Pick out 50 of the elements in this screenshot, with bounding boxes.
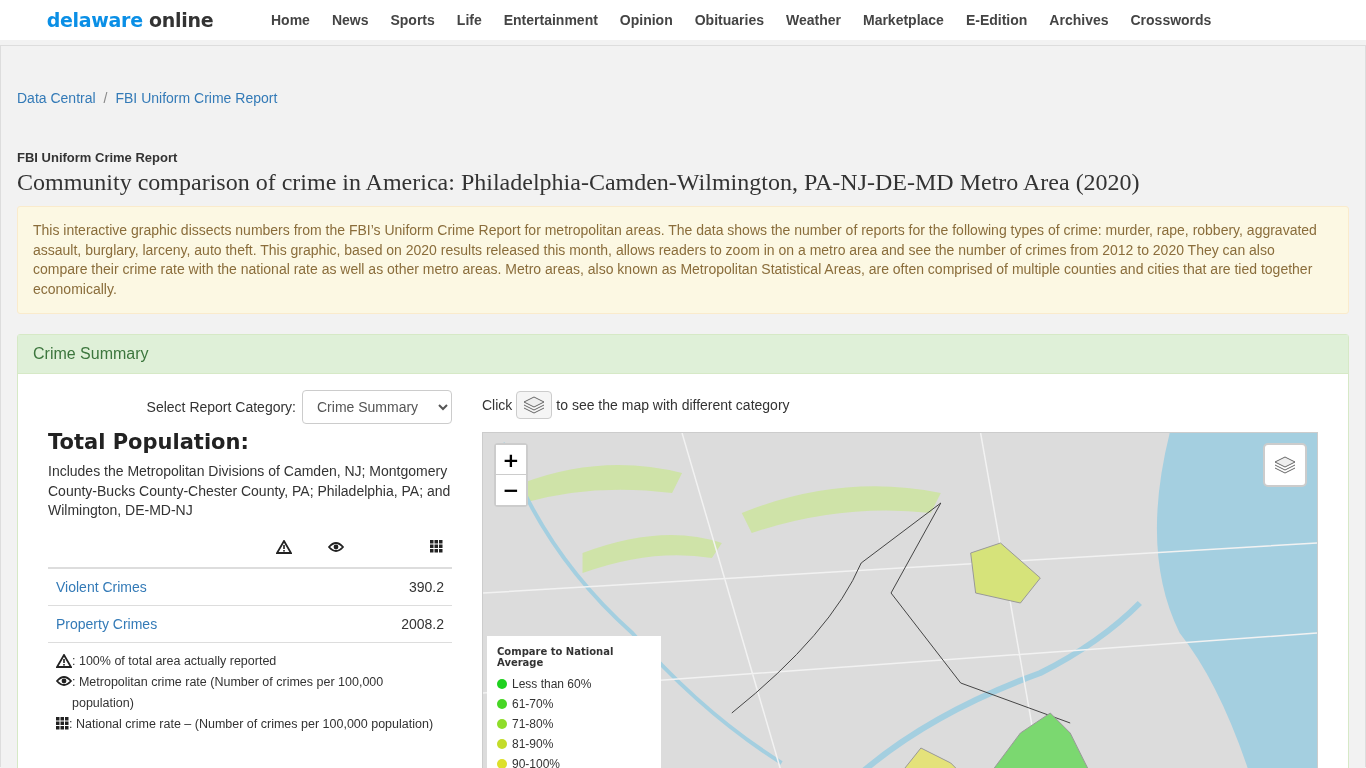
hint-text: Click	[482, 397, 513, 414]
site-logo[interactable]: delaware online	[0, 9, 260, 31]
nav-link[interactable]: Weather	[775, 12, 852, 28]
footnote-text: : National crime rate – (Number of crimes per 100,000 population)	[69, 715, 434, 733]
legend-title: Compare to National Average	[497, 646, 615, 669]
legend-label: 61-70%	[512, 697, 554, 712]
nav-link[interactable]: Obituaries	[683, 12, 775, 28]
grid-icon	[430, 540, 443, 554]
eye-icon	[56, 674, 72, 687]
layers-button[interactable]	[516, 391, 553, 420]
footnote-text: : 100% of total area actually reported	[72, 652, 277, 670]
nav-link[interactable]: Home	[260, 12, 321, 28]
population-heading: Total Population:	[48, 430, 250, 455]
rate-value: 390.2	[408, 578, 444, 595]
warning-icon	[276, 539, 292, 554]
panel-heading: Crime Summary	[18, 335, 1348, 375]
eye-icon	[328, 540, 344, 553]
intro-text: This interactive graphic dissects numbers from the FBI’s Uniform Crime Report for metropolitan areas. The data shows the number of reports for the following types of crime: murder, rape, robbery, aggravated assault, burglary, larceny, auto theft. This graphic, based on 2020 results released this month, allows readers to zoom in on a metro area and see the number of crimes from 2012 to 2020 They can also compare their crime rate with the national rate as well as other metro areas. Metro areas, also known as Metropolitan Statistical Areas, are often comprised of multiple counties and cities that are tied together economically.	[17, 206, 1349, 315]
layers-icon	[523, 395, 546, 416]
nav-link[interactable]: News	[320, 12, 380, 28]
crime-link[interactable]: Violent Crimes	[56, 578, 147, 595]
legend-label: 90-100%	[512, 757, 561, 768]
rate-value: 2008.2	[401, 615, 444, 632]
breadcrumb-separator: /	[103, 90, 108, 106]
population-note: Includes the Metropolitan Divisions of Camden, NJ; Montgomery County-Bucks County-Chester County, PA; Philadelphia, PA; and Wilmington, DE-MD-NJ	[48, 462, 452, 521]
footnote-text: : Metropolitan crime rate (Number of crimes per 100,000 population)	[72, 673, 385, 712]
nav-link[interactable]: Sports	[379, 12, 446, 28]
breadcrumb-link[interactable]: Data Central	[17, 90, 96, 106]
warning-icon	[56, 653, 72, 668]
page-title: Community comparison of crime in America: Philadelphia-Camden-Wilmington, PA-NJ-DE-MD Metro Area (2020)	[17, 169, 1141, 196]
nav-link[interactable]: E-Edition	[954, 12, 1039, 28]
nav-link[interactable]: Crosswords	[1119, 12, 1223, 28]
legend-label: Less than 60%	[512, 677, 592, 692]
hint-text: to see the map with different category	[556, 397, 790, 414]
legend-label: 81-90%	[512, 737, 554, 752]
nav-link[interactable]: Marketplace	[851, 12, 955, 28]
layers-icon	[1274, 455, 1296, 476]
zoom-in-button[interactable]: +	[496, 445, 526, 476]
crime-link[interactable]: Property Crimes	[56, 615, 158, 632]
nav-link[interactable]: Archives	[1038, 12, 1120, 28]
category-select[interactable]: Crime Summary	[302, 390, 452, 425]
nav-link[interactable]: Entertainment	[492, 12, 609, 28]
breadcrumb-link[interactable]: FBI Uniform Crime Report	[115, 90, 278, 106]
grid-icon	[56, 716, 69, 730]
nav-link[interactable]: Life	[445, 12, 493, 28]
nav-link[interactable]: Opinion	[608, 12, 684, 28]
legend-label: 71-80%	[512, 717, 554, 732]
page-kicker: FBI Uniform Crime Report	[17, 150, 179, 165]
category-label: Select Report Category:	[146, 399, 296, 416]
map-layers-button[interactable]	[1263, 443, 1307, 488]
